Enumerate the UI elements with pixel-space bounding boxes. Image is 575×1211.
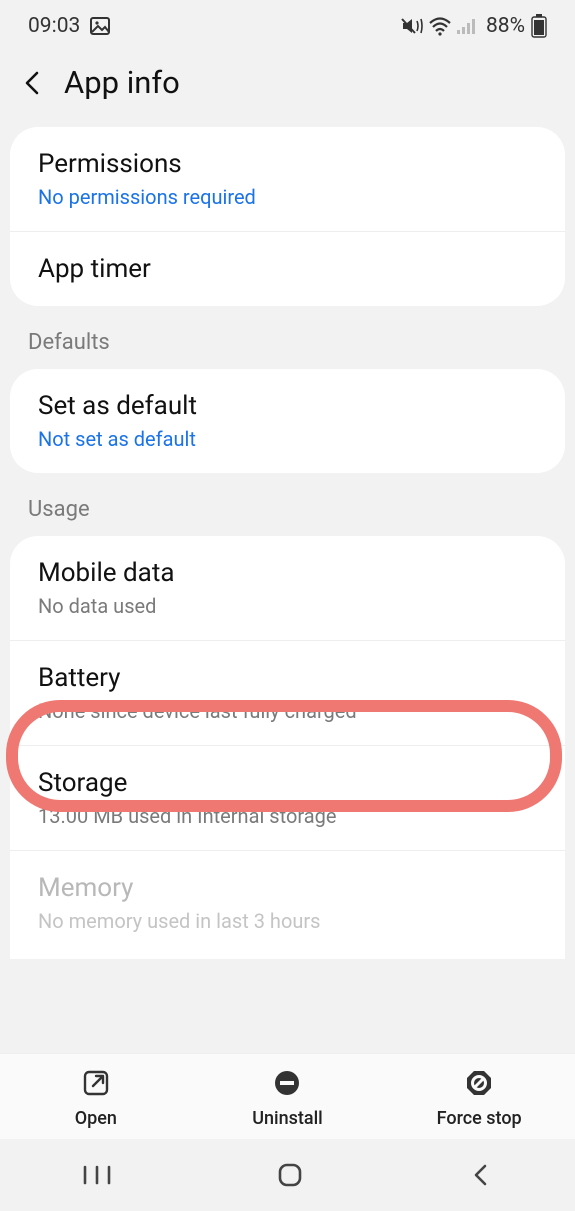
header: App info (0, 46, 575, 127)
nav-home-icon[interactable] (275, 1160, 305, 1190)
row-subtitle: No permissions required (38, 185, 539, 209)
row-title: Mobile data (38, 558, 539, 588)
row-permissions[interactable]: Permissions No permissions required (10, 127, 565, 231)
row-subtitle: No memory used in last 3 hours (38, 909, 539, 933)
row-subtitle: 13.00 MB used in Internal storage (38, 804, 539, 828)
uninstall-icon (272, 1068, 302, 1098)
nav-recents-icon[interactable] (81, 1163, 113, 1187)
card-defaults: Set as default Not set as default (10, 369, 565, 473)
row-title: Permissions (38, 149, 539, 179)
bottom-action-bar: Open Uninstall Force stop (0, 1053, 575, 1139)
row-title: Battery (38, 663, 539, 693)
row-title: App timer (38, 254, 539, 284)
row-app-timer[interactable]: App timer (10, 231, 565, 306)
row-title: Memory (38, 873, 539, 903)
nav-bar (0, 1139, 575, 1211)
row-title: Set as default (38, 391, 539, 421)
open-icon (81, 1068, 111, 1098)
row-mobile-data[interactable]: Mobile data No data used (10, 536, 565, 640)
status-bar: 09:03 88% (0, 0, 575, 46)
picture-icon (90, 17, 110, 35)
row-set-default[interactable]: Set as default Not set as default (10, 369, 565, 473)
action-label: Force stop (437, 1108, 522, 1129)
nav-back-icon[interactable] (468, 1162, 494, 1188)
row-subtitle: No data used (38, 594, 539, 618)
section-usage: Usage (0, 473, 575, 536)
card-permissions-timer: Permissions No permissions required App … (10, 127, 565, 306)
battery-percent: 88% (486, 14, 525, 38)
mute-vibrate-icon (400, 16, 424, 36)
row-battery[interactable]: Battery None since device last fully cha… (10, 640, 565, 745)
page-title: App info (64, 64, 180, 101)
action-label: Uninstall (252, 1108, 323, 1129)
card-usage: Mobile data No data used Battery None si… (10, 536, 565, 959)
row-title: Storage (38, 768, 539, 798)
battery-icon (531, 14, 547, 38)
force-stop-icon (464, 1068, 494, 1098)
action-label: Open (75, 1108, 117, 1129)
open-button[interactable]: Open (1, 1068, 191, 1129)
row-subtitle: None since device last fully charged (38, 699, 539, 723)
row-memory[interactable]: Memory No memory used in last 3 hours (10, 850, 565, 955)
force-stop-button[interactable]: Force stop (384, 1068, 574, 1129)
row-storage[interactable]: Storage 13.00 MB used in Internal storag… (10, 745, 565, 850)
signal-icon (456, 17, 478, 35)
section-defaults: Defaults (0, 306, 575, 369)
row-subtitle: Not set as default (38, 427, 539, 451)
uninstall-button[interactable]: Uninstall (193, 1068, 383, 1129)
back-icon[interactable] (20, 70, 46, 96)
status-time: 09:03 (28, 14, 80, 38)
wifi-icon (428, 16, 452, 36)
